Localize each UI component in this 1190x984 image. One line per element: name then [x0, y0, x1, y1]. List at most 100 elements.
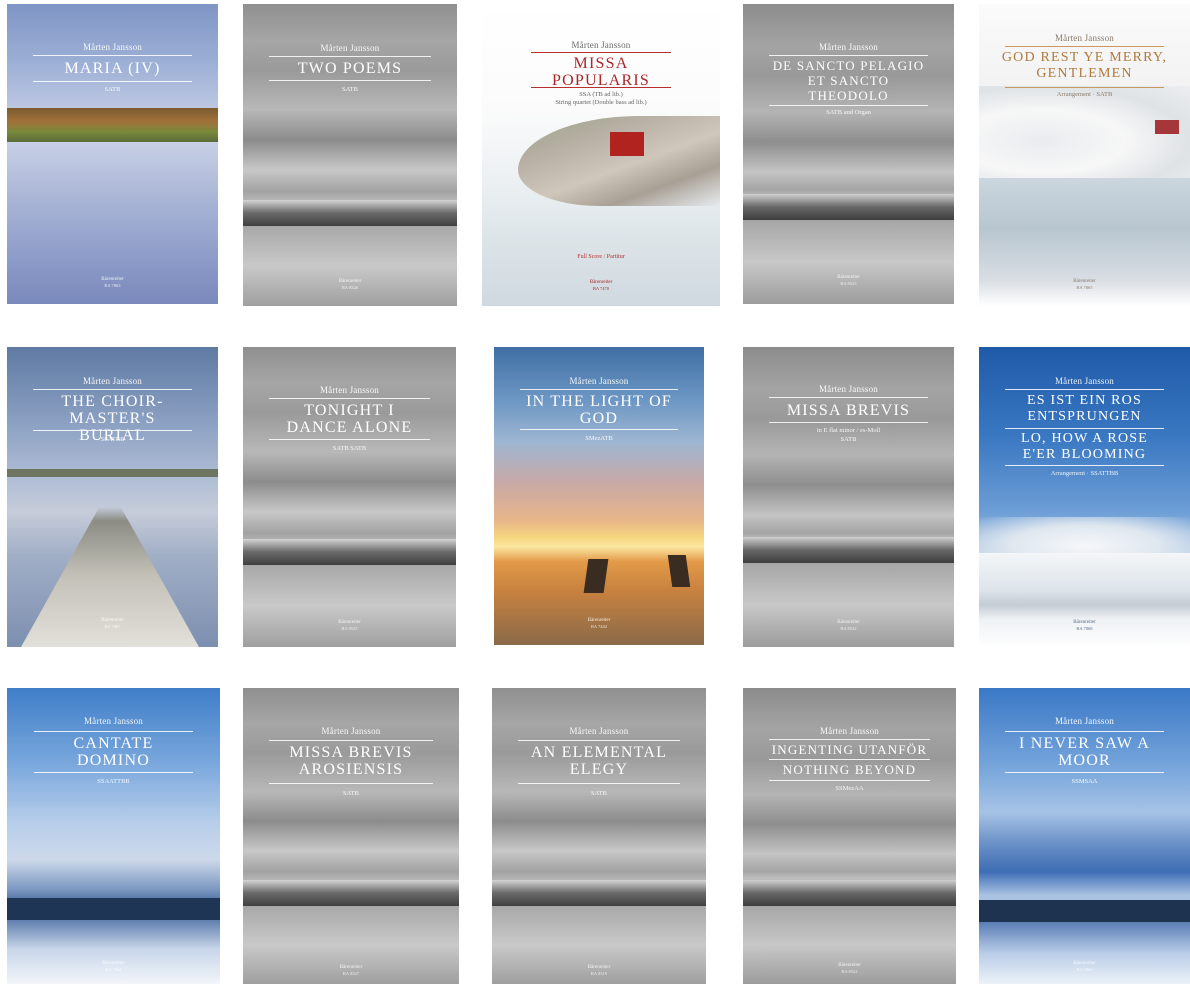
publisher: Bärenreiter	[589, 280, 613, 285]
rule-top	[1005, 46, 1164, 47]
publisher: Bärenreiter	[1073, 279, 1096, 284]
cover-an-elemental-elegy[interactable]: Mårten Jansson AN ELEMENTAL ELEGY SATB B…	[492, 688, 706, 984]
author: Mårten Jansson	[818, 42, 879, 52]
voicing: SATB	[104, 86, 121, 93]
catalog-number: BA 7865	[1076, 285, 1093, 290]
publisher: Bärenreiter	[338, 279, 362, 284]
author: Mårten Jansson	[569, 726, 629, 736]
rule-top	[769, 397, 928, 398]
cover-two-poems[interactable]: Mårten Jansson TWO POEMS SATB Bärenreite…	[243, 4, 457, 306]
shoreline	[243, 539, 456, 565]
publisher: Bärenreiter	[339, 965, 363, 970]
rule-bottom	[518, 783, 680, 784]
cover-missa-brevis-arosiensis[interactable]: Mårten Jansson MISSA BREVIS AROSIENSIS S…	[243, 688, 459, 984]
rule-top	[269, 740, 433, 741]
author: Mårten Jansson	[569, 376, 629, 386]
shoreline	[243, 880, 459, 906]
cover-title: GOD REST YE MERRY, GENTLEMEN	[1001, 50, 1168, 81]
catalog-number: BA 8522	[841, 969, 858, 974]
catalog-number: BA 7866	[1076, 967, 1093, 972]
rule-top	[34, 731, 193, 732]
cover-missa-brevis-es[interactable]: Mårten Jansson MISSA BREVIS in E flat mi…	[743, 347, 954, 647]
catalog-number: BA 8522	[840, 626, 857, 631]
rule-middle	[1005, 428, 1164, 429]
cover-de-sancto-pelagio[interactable]: Mårten Jansson DE SANCTO PELAGIO ET SANC…	[743, 4, 954, 304]
red-cabin	[610, 132, 644, 156]
author: Mårten Jansson	[819, 726, 880, 736]
rule-bottom	[769, 105, 928, 106]
rule-bottom	[33, 430, 192, 431]
voicing: SATB and Organ	[826, 109, 871, 116]
catalog-number: BA 8523	[840, 281, 857, 286]
cover-tonight-i-dance-alone[interactable]: Mårten Jansson TONIGHT I DANCE ALONE SAT…	[243, 347, 456, 647]
rule-top	[531, 52, 671, 53]
author: Mårten Jansson	[320, 43, 380, 53]
rule-middle	[769, 759, 930, 760]
rule-top	[769, 739, 930, 740]
rule-top	[518, 740, 680, 741]
cover-title: IN THE LIGHT OF GOD	[526, 393, 672, 427]
cover-choir-masters-burial[interactable]: Mårten Jansson THE CHOIR-MASTER'S BURIAL…	[7, 347, 218, 647]
cover-title: I NEVER SAW A MOOR	[1019, 735, 1150, 769]
voicing: Arrangement · SSATTBB	[1050, 470, 1119, 477]
author: Mårten Jansson	[82, 42, 143, 52]
cover-maria-iv[interactable]: Mårten Jansson MARIA (IV) SATB Bärenreit…	[7, 4, 218, 304]
author: Mårten Jansson	[319, 385, 380, 395]
voicing: Arrangement · SATB	[1056, 91, 1113, 98]
voicing-2: SATB	[840, 436, 857, 443]
cover-title: ES IST EIN ROS ENTSPRUNGEN	[1027, 393, 1142, 424]
cover-title-2: LO, HOW A ROSE E'ER BLOOMING	[1021, 431, 1148, 462]
rule-top	[520, 389, 678, 390]
cover-title: MARIA (IV)	[64, 60, 161, 77]
voicing: SSMSAA	[1071, 778, 1098, 785]
cover-cantate-domino[interactable]: Mårten Jansson CANTATE DOMINO SSAATTBB B…	[7, 688, 220, 984]
rule-top	[1005, 389, 1164, 390]
water	[7, 920, 220, 984]
water	[243, 226, 457, 306]
rule-top	[269, 398, 430, 399]
catalog-number: BA 8519	[590, 971, 608, 976]
rule-bottom	[269, 783, 433, 784]
publisher: Bärenreiter	[587, 618, 611, 623]
rule-bottom	[769, 780, 930, 781]
catalog-number: BA 8527	[342, 971, 360, 976]
cover-es-ist-ein-ros[interactable]: Mårten Jansson ES IST EIN ROS ENTSPRUNGE…	[979, 347, 1190, 647]
catalog-number: BA 7863	[104, 283, 121, 288]
cover-god-rest-ye[interactable]: Mårten Jansson GOD REST YE MERRY, GENTLE…	[979, 4, 1190, 306]
catalog-number: BA 7442	[590, 624, 608, 629]
publisher: Bärenreiter	[1073, 620, 1096, 625]
author: Mårten Jansson	[818, 384, 879, 394]
forest-band	[7, 108, 218, 142]
rule-bottom	[531, 87, 671, 88]
cover-image	[494, 347, 704, 645]
frosty-trees	[979, 517, 1190, 553]
cover-missa-popularis[interactable]: Mårten Jansson MISSA POPULARIS SSA (TB a…	[482, 4, 720, 306]
rule-top	[1005, 731, 1164, 732]
author: Mårten Jansson	[571, 40, 631, 50]
snowy-road	[979, 553, 1190, 647]
catalog-number: BA 8525	[341, 626, 358, 631]
publisher: Bärenreiter	[837, 275, 860, 280]
rule-bottom	[269, 80, 431, 81]
publisher: Bärenreiter	[101, 277, 124, 282]
cover-in-the-light-of-god[interactable]: Mårten Jansson IN THE LIGHT OF GOD SMezA…	[494, 347, 704, 645]
voicing: SATB	[342, 86, 358, 93]
cover-title: INGENTING UTANFÖR	[771, 742, 928, 757]
voicing: SMezATB	[585, 435, 613, 442]
author: Mårten Jansson	[83, 716, 144, 726]
cover-ingenting-utanfor[interactable]: Mårten Jansson INGENTING UTANFÖR NOTHING…	[743, 688, 956, 984]
voicing: SSATBB	[100, 436, 125, 443]
author: Mårten Jansson	[321, 726, 381, 736]
edition-label: Full Score / Partitur	[577, 254, 625, 260]
rule-bottom	[34, 772, 193, 773]
publisher: Bärenreiter	[101, 618, 124, 623]
voicing: in E flat minor / es-Moll	[816, 427, 881, 434]
dark-shore	[979, 900, 1190, 922]
publisher: Bärenreiter	[587, 965, 611, 970]
catalog-number: BA 7864	[105, 967, 122, 972]
rule-bottom	[769, 422, 928, 423]
rule-bottom	[1005, 87, 1164, 88]
publisher: Bärenreiter	[837, 620, 860, 625]
cover-i-never-saw-a-moor[interactable]: Mårten Jansson I NEVER SAW A MOOR SSMSAA…	[979, 688, 1190, 984]
author: Mårten Jansson	[1054, 716, 1115, 726]
